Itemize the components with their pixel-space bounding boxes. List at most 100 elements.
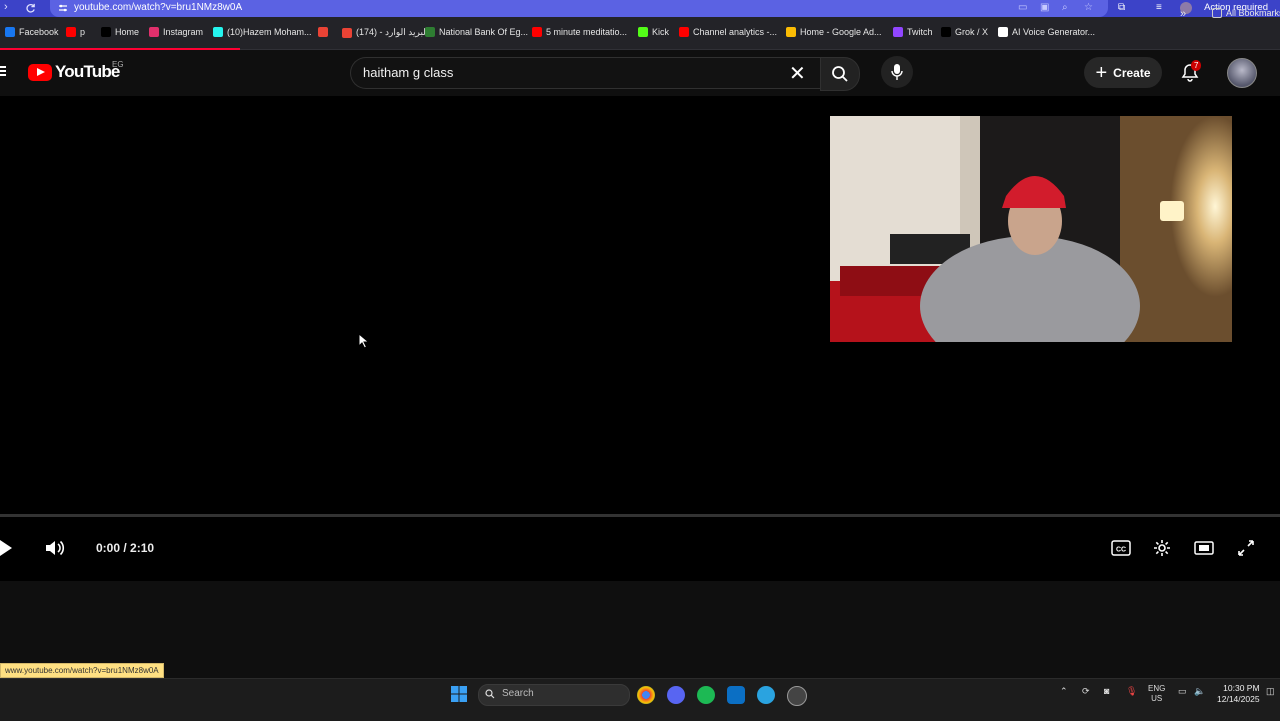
voice-search-button[interactable] — [881, 56, 913, 88]
svg-text:CC: CC — [1116, 547, 1126, 554]
bookmark-favicon-icon — [66, 27, 76, 37]
more-bookmarks-icon[interactable]: » — [1180, 8, 1186, 20]
url-text[interactable]: youtube.com/watch?v=bru1NMz8w0A — [74, 2, 242, 13]
site-info-icon[interactable] — [58, 3, 68, 13]
bookmark-favicon-icon — [5, 27, 15, 37]
captions-icon[interactable]: CC — [1111, 539, 1131, 557]
chrome-taskbar-icon[interactable] — [637, 686, 655, 704]
bookmark-favicon-icon — [532, 27, 542, 37]
bookmark-item[interactable]: p — [66, 27, 85, 37]
search-value[interactable]: haitham g class — [363, 65, 453, 80]
bookmark-favicon-icon — [893, 27, 903, 37]
bookmark-item[interactable]: Kick — [638, 27, 669, 37]
bookmark-item[interactable]: (174) - البريد الوارد — [342, 27, 428, 38]
create-button[interactable]: + Create — [1084, 57, 1162, 88]
bookmark-label: (174) - البريد الوارد — [356, 27, 429, 37]
webcam-overlay — [830, 116, 1232, 342]
bookmark-item[interactable] — [318, 27, 332, 37]
app-taskbar-icon[interactable] — [787, 686, 807, 706]
bookmark-favicon-icon — [149, 27, 159, 37]
mic-tray-icon[interactable]: 🎙 — [1126, 686, 1137, 697]
microphone-icon — [891, 64, 903, 80]
bookmark-star-icon[interactable]: ☆ — [1084, 2, 1093, 13]
discord-taskbar-icon[interactable] — [667, 686, 685, 704]
bookmark-favicon-icon — [101, 27, 111, 37]
bookmark-item[interactable]: 5 minute meditatio... — [532, 27, 627, 37]
taskbar-search-placeholder[interactable]: Search — [502, 688, 534, 699]
bookmark-favicon-icon — [941, 27, 951, 37]
discord-tray-icon[interactable]: ◙ — [1104, 686, 1109, 696]
status-bar-url: www.youtube.com/watch?v=bru1NMz8w0A — [0, 663, 164, 678]
youtube-logo-text: YouTube — [55, 62, 120, 81]
reading-list-icon[interactable]: ≡ — [1156, 2, 1162, 13]
bookmark-item[interactable]: Instagram — [149, 27, 203, 37]
store-taskbar-icon[interactable] — [727, 686, 745, 704]
bookmark-label: Grok / X — [955, 27, 989, 37]
plus-icon: + — [1095, 61, 1108, 84]
network-icon[interactable]: ▭ — [1178, 686, 1187, 697]
extensions-icon[interactable]: ⧉ — [1118, 2, 1125, 13]
bookmark-item[interactable]: National Bank Of Eg... — [425, 27, 528, 37]
settings-gear-icon[interactable] — [1153, 539, 1171, 557]
sync-icon[interactable]: ⟳ — [1082, 686, 1090, 697]
menu-icon[interactable] — [0, 66, 6, 78]
bookmark-item[interactable]: Facebook — [5, 27, 59, 37]
zoom-icon[interactable]: ⌕ — [1062, 2, 1068, 13]
back-icon[interactable]: › — [4, 1, 8, 13]
bookmark-favicon-icon — [318, 27, 328, 37]
bookmark-item[interactable]: Twitch — [893, 27, 933, 37]
bookmark-label: Facebook — [19, 27, 59, 37]
bookmark-label: (10)Hazem Moham... — [227, 27, 312, 37]
bookmark-label: National Bank Of Eg... — [439, 27, 529, 37]
bookmark-item[interactable]: AI Voice Generator... — [998, 27, 1095, 37]
bookmark-label: AI Voice Generator... — [1012, 27, 1096, 37]
youtube-logo[interactable]: YouTube — [28, 62, 120, 82]
search-button[interactable] — [820, 57, 860, 91]
youtube-play-logo-icon — [28, 63, 52, 81]
video-progress-bar[interactable] — [0, 514, 1280, 517]
bookmark-item[interactable]: (10)Hazem Moham... — [213, 27, 312, 37]
bookmark-favicon-icon — [679, 27, 689, 37]
bookmark-label: 5 minute meditatio... — [546, 27, 628, 37]
notification-center-icon[interactable]: ◫ — [1266, 686, 1275, 697]
tray-chevron-icon[interactable]: ⌃ — [1060, 686, 1068, 697]
all-bookmarks-button[interactable]: All Bookmarks — [1212, 8, 1280, 18]
below-player-area — [0, 581, 1280, 678]
cast-icon[interactable]: ▭ — [1018, 2, 1027, 13]
taskbar-search-icon — [485, 689, 495, 699]
bookmark-item[interactable]: Grok / X — [941, 27, 988, 37]
account-avatar[interactable] — [1227, 58, 1257, 88]
language-indicator[interactable]: ENG US — [1148, 684, 1165, 704]
bookmark-item[interactable]: Home - Google Ad... — [786, 27, 882, 37]
taskbar-search-field[interactable] — [478, 684, 630, 706]
telegram-taskbar-icon[interactable] — [757, 686, 775, 704]
bookmark-favicon-icon — [342, 27, 352, 38]
mouse-cursor-icon — [358, 333, 370, 349]
bookmark-item[interactable]: Channel analytics -... — [679, 27, 777, 37]
folder-icon — [1212, 8, 1222, 18]
reload-icon[interactable] — [25, 3, 36, 14]
bookmark-label: p — [80, 27, 86, 37]
play-icon[interactable] — [0, 540, 12, 556]
windows-start-icon[interactable] — [450, 685, 468, 703]
volume-icon[interactable] — [44, 539, 66, 557]
bookmark-favicon-icon — [786, 27, 796, 37]
bookmark-favicon-icon — [213, 27, 223, 37]
create-label: Create — [1113, 65, 1151, 80]
theater-mode-icon[interactable] — [1194, 539, 1214, 557]
translate-icon[interactable]: ▣ — [1040, 2, 1049, 13]
bookmark-item[interactable]: Home — [101, 27, 139, 37]
country-code: EG — [112, 60, 124, 69]
search-icon — [832, 66, 848, 82]
page-load-bar — [0, 48, 240, 50]
bookmark-favicon-icon — [425, 27, 435, 37]
video-time: 0:00 / 2:10 — [96, 541, 155, 555]
bookmark-label: Kick — [652, 27, 670, 37]
clear-search-icon[interactable]: ✕ — [789, 61, 806, 86]
speaker-icon[interactable]: 🔈 — [1194, 686, 1205, 697]
bookmark-label: Home — [115, 27, 140, 37]
bookmark-favicon-icon — [638, 27, 648, 37]
spotify-taskbar-icon[interactable] — [697, 686, 715, 704]
taskbar-clock[interactable]: 10:30 PM 12/14/2025 — [1217, 683, 1260, 705]
fullscreen-icon[interactable] — [1237, 539, 1255, 557]
